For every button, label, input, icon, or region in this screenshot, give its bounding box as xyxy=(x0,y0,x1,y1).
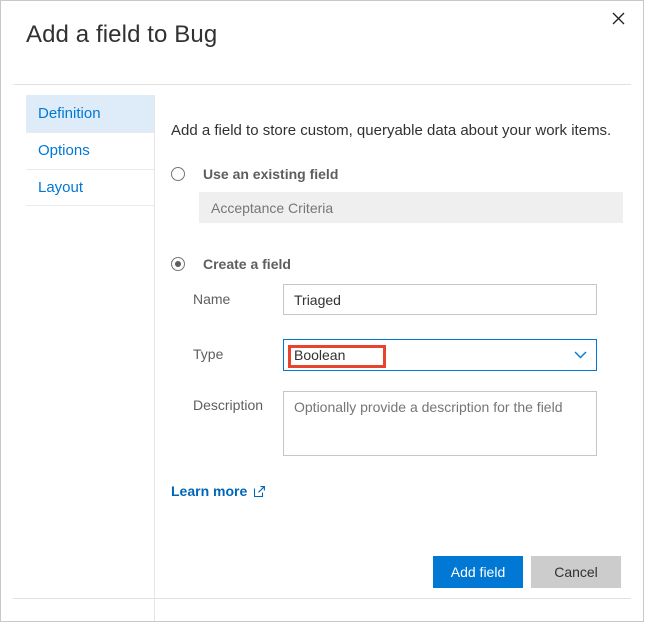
learn-more-link[interactable]: Learn more xyxy=(171,483,266,499)
type-dropdown[interactable]: Boolean xyxy=(283,339,597,371)
description-label: Description xyxy=(193,397,264,413)
intro-text: Add a field to store custom, queryable d… xyxy=(171,122,612,139)
add-field-button[interactable]: Add field xyxy=(433,556,523,588)
description-field-row: Description xyxy=(193,391,597,456)
tab-rail: Definition Options Layout xyxy=(26,95,154,206)
radio-create-mark xyxy=(171,257,185,271)
name-field-row: Name Triaged xyxy=(193,284,597,315)
name-input[interactable]: Triaged xyxy=(283,284,597,315)
definition-pane: Add a field to store custom, queryable d… xyxy=(171,85,623,559)
tab-layout[interactable]: Layout xyxy=(26,169,154,206)
cancel-button[interactable]: Cancel xyxy=(531,556,621,588)
description-input[interactable] xyxy=(283,391,597,456)
type-field-row: Type Boolean xyxy=(193,339,597,371)
radio-create-field[interactable]: Create a field xyxy=(171,256,291,272)
page-title: Add a field to Bug xyxy=(26,21,218,48)
learn-more-label: Learn more xyxy=(171,483,248,499)
chevron-down-icon xyxy=(574,351,587,359)
tab-definition[interactable]: Definition xyxy=(26,95,154,132)
tab-options-label: Options xyxy=(38,142,90,159)
type-label: Type xyxy=(193,346,224,362)
type-dropdown-value: Boolean xyxy=(294,347,346,363)
radio-create-label: Create a field xyxy=(203,256,291,272)
footer-divider xyxy=(13,598,631,599)
dialog-body: Definition Options Layout Add a field to… xyxy=(1,85,643,621)
add-field-dialog: Add a field to Bug Definition Options La… xyxy=(0,0,644,622)
dialog-footer: Add field Cancel xyxy=(433,556,621,588)
tab-layout-label: Layout xyxy=(38,179,84,196)
dialog-header: Add a field to Bug xyxy=(1,1,643,84)
close-icon[interactable] xyxy=(603,5,633,31)
radio-use-existing-field[interactable]: Use an existing field xyxy=(171,166,338,182)
radio-existing-label: Use an existing field xyxy=(203,166,339,182)
existing-field-value: Acceptance Criteria xyxy=(199,192,623,223)
name-input-value: Triaged xyxy=(294,291,341,308)
external-link-icon xyxy=(254,485,266,497)
radio-existing-mark xyxy=(171,167,185,181)
tab-options[interactable]: Options xyxy=(26,132,154,169)
name-label: Name xyxy=(193,291,231,307)
rail-separator xyxy=(154,95,155,621)
tab-definition-label: Definition xyxy=(38,105,101,122)
